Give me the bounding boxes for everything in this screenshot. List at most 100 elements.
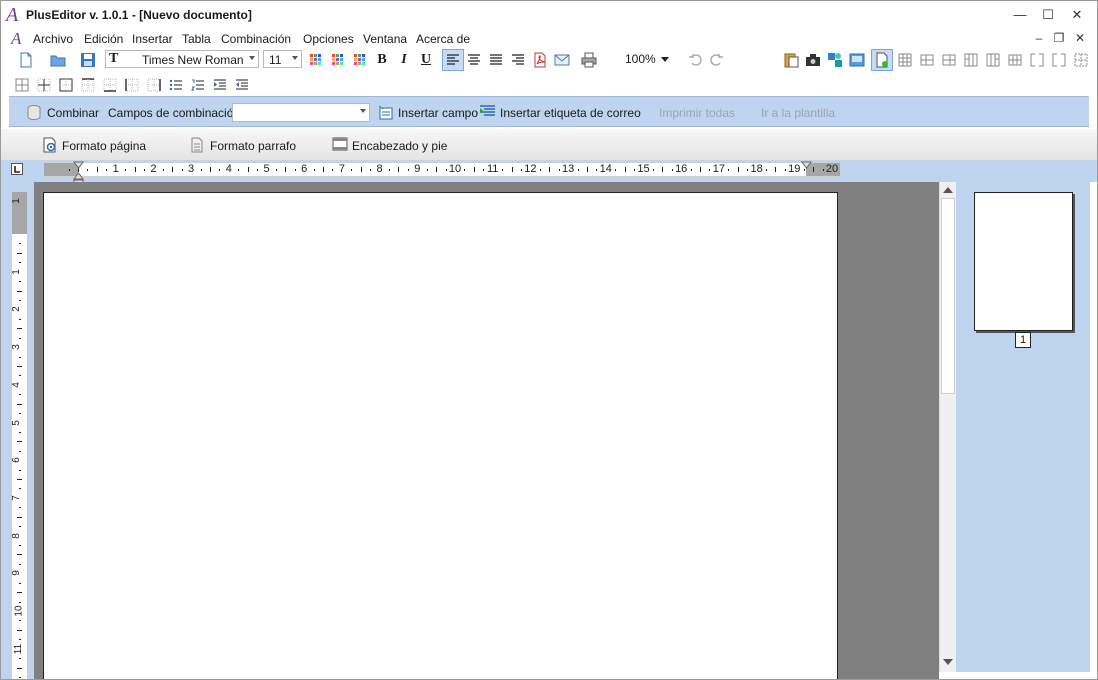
ruler-tick <box>18 450 21 452</box>
align-center-button[interactable] <box>464 50 484 70</box>
menu-opciones[interactable]: Opciones <box>303 31 354 47</box>
table-properties-button[interactable] <box>1071 50 1091 70</box>
send-mail-button[interactable] <box>552 50 572 70</box>
background-color-button[interactable] <box>350 50 370 70</box>
insert-image-button[interactable] <box>803 50 823 70</box>
borders-top-button[interactable] <box>78 75 98 95</box>
page-thumbnail[interactable] <box>974 192 1073 331</box>
close-button[interactable]: ✕ <box>1063 4 1091 26</box>
menu-acerca-de[interactable]: Acerca de <box>416 31 470 47</box>
undo-button[interactable] <box>685 50 705 70</box>
table-insert-col-left-button[interactable] <box>961 50 981 70</box>
ruler-number: 11 <box>13 643 25 654</box>
tab-stop-selector[interactable] <box>11 163 23 175</box>
save-icon <box>81 53 95 67</box>
numbered-list-button[interactable] <box>188 75 208 95</box>
table-split-button[interactable] <box>1027 50 1047 70</box>
scroll-up-icon[interactable] <box>943 187 953 193</box>
borders-outer-button[interactable] <box>56 75 76 95</box>
align-left-button[interactable] <box>442 49 464 71</box>
ruler-number: 7 <box>338 163 345 175</box>
menu-ventana[interactable]: Ventana <box>363 31 407 47</box>
paragraph-format-icon <box>191 137 203 153</box>
decrease-indent-button[interactable] <box>232 75 252 95</box>
align-justify-icon <box>490 54 502 65</box>
text-color-button[interactable] <box>306 50 326 70</box>
insert-picture-button[interactable] <box>847 50 867 70</box>
menu-combinacion[interactable]: Combinación <box>221 31 291 47</box>
redo-button[interactable] <box>707 50 727 70</box>
doc-restore-button[interactable]: ❐ <box>1050 30 1068 47</box>
table-merge-button[interactable] <box>1005 50 1025 70</box>
ruler-tick <box>162 168 164 171</box>
ruler-number: 3 <box>10 344 22 350</box>
ruler-tick <box>143 168 145 171</box>
print-all-button[interactable]: Imprimir todas <box>659 106 735 120</box>
table-delete-button[interactable] <box>1049 50 1069 70</box>
document-page[interactable] <box>43 192 838 680</box>
ruler-tick <box>709 168 711 171</box>
table-insert-col-right-button[interactable] <box>983 50 1003 70</box>
document-logo-icon[interactable]: A <box>11 30 21 47</box>
paragraph-format-label: Formato parrafo <box>210 139 297 153</box>
bold-button[interactable]: B <box>372 50 392 70</box>
ruler-number: 19 <box>788 163 801 175</box>
menu-tabla[interactable]: Tabla <box>182 31 211 47</box>
scroll-down-icon[interactable] <box>943 659 953 665</box>
underline-button[interactable]: U <box>416 50 436 70</box>
bullet-list-button[interactable] <box>166 75 186 95</box>
align-right-button[interactable] <box>508 50 528 70</box>
table-insert-row-below-button[interactable] <box>939 50 959 70</box>
ruler-tick <box>18 375 21 377</box>
italic-button[interactable]: I <box>394 50 414 70</box>
ruler-number: 2 <box>10 306 22 313</box>
ruler-tick <box>17 252 22 254</box>
window-title: PlusEditor v. 1.0.1 - [Nuevo documento] <box>26 8 252 22</box>
borders-right-button[interactable] <box>144 75 164 95</box>
zoom-select[interactable]: 100% <box>625 52 670 66</box>
borders-left-button[interactable] <box>122 75 142 95</box>
borders-all-button[interactable] <box>12 75 32 95</box>
export-pdf-button[interactable] <box>530 50 550 70</box>
table-insert-button[interactable] <box>895 50 915 70</box>
vertical-scrollbar[interactable] <box>939 182 956 672</box>
paste-button[interactable] <box>781 50 801 70</box>
page-view-button[interactable] <box>871 49 893 71</box>
menu-edicion[interactable]: Edición <box>84 31 123 47</box>
menu-archivo[interactable]: Archivo <box>33 31 73 47</box>
font-name-select[interactable]: T Times New Roman <box>105 50 259 68</box>
indent-decrease-icon <box>236 79 248 90</box>
highlight-color-button[interactable] <box>328 50 348 70</box>
align-left-icon <box>447 54 459 65</box>
table-insert-row-above-button[interactable] <box>917 50 937 70</box>
right-indent-marker[interactable] <box>801 161 812 171</box>
scroll-thumb[interactable] <box>941 198 955 394</box>
combine-label: Combinar <box>47 106 100 120</box>
doc-close-button[interactable]: ✕ <box>1071 30 1089 47</box>
save-button[interactable] <box>78 50 98 70</box>
app-logo-icon: A <box>6 4 19 26</box>
ruler-tick <box>257 168 259 171</box>
print-button[interactable] <box>579 50 599 70</box>
maximize-button[interactable]: ☐ <box>1034 4 1062 26</box>
ruler-tick <box>662 167 664 172</box>
font-size-select[interactable]: 11 <box>263 50 302 68</box>
borders-bottom-button[interactable] <box>100 75 120 95</box>
vertical-ruler[interactable]: 1 1 2 3 4 5 6 7 8 9 10 11 <box>11 192 28 680</box>
merge-fields-select[interactable] <box>232 103 370 122</box>
go-to-template-button[interactable]: Ir a la plantilla <box>761 106 835 120</box>
doc-minimize-button[interactable]: – <box>1030 30 1048 47</box>
title-bar: A PlusEditor v. 1.0.1 - [Nuevo documento… <box>0 0 1098 30</box>
ruler-number: 1 <box>10 198 22 204</box>
align-justify-button[interactable] <box>486 50 506 70</box>
borders-inner-button[interactable] <box>34 75 54 95</box>
insert-object-button[interactable] <box>825 50 845 70</box>
menu-insertar[interactable]: Insertar <box>132 31 173 47</box>
increase-indent-button[interactable] <box>210 75 230 95</box>
left-indent-marker[interactable] <box>73 161 84 183</box>
new-document-button[interactable] <box>16 50 36 70</box>
chevron-down-icon <box>292 56 298 60</box>
minimize-button[interactable]: — <box>1006 4 1034 26</box>
open-button[interactable] <box>48 50 68 70</box>
horizontal-ruler[interactable]: 1 2 3 4 5 6 7 8 9 10 11 12 13 14 15 16 17 18 19 20 <box>44 161 840 183</box>
